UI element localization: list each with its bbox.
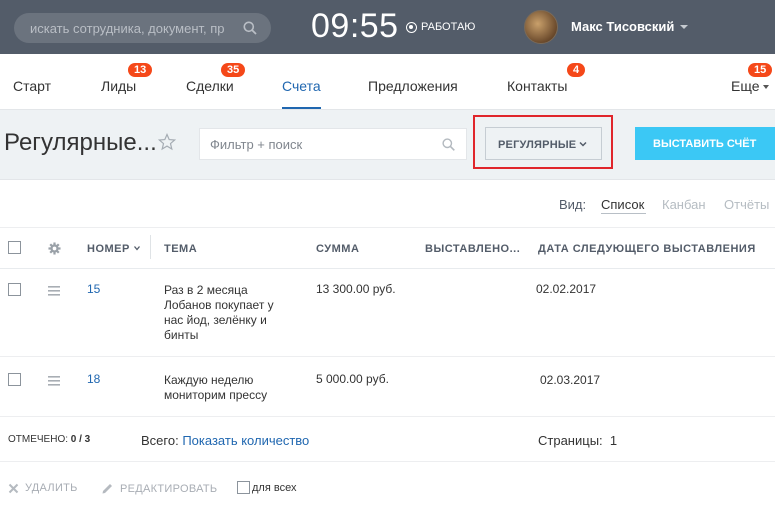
pages-label: Страницы: — [538, 433, 603, 448]
invoice-next-date: 02.03.2017 — [540, 373, 601, 387]
work-status[interactable]: РАБОТАЮ — [406, 21, 475, 33]
nav-item-leads[interactable]: Лиды — [101, 78, 136, 94]
apply-to-all[interactable]: для всех — [237, 481, 296, 494]
page-number[interactable]: 1 — [610, 433, 617, 448]
edit-label: РЕДАКТИРОВАТЬ — [120, 482, 218, 495]
pencil-icon — [102, 484, 112, 494]
nav-item-deals[interactable]: Сделки — [186, 78, 234, 94]
invoice-number-link[interactable]: 15 — [87, 282, 100, 297]
topic-line: нас йод, зелёнку и — [164, 313, 267, 327]
column-topic[interactable]: ТЕМА — [164, 243, 197, 255]
selected-label: ОТМЕЧЕНО: — [8, 434, 68, 445]
global-search[interactable] — [14, 13, 271, 43]
leads-badge: 13 — [128, 63, 153, 77]
edit-button[interactable]: РЕДАКТИРОВАТЬ — [101, 482, 217, 495]
view-kanban-tab[interactable]: Канбан — [662, 197, 706, 212]
chevron-down-icon — [579, 141, 587, 147]
user-menu[interactable]: Макс Тисовский — [571, 19, 689, 34]
user-name: Макс Тисовский — [571, 19, 675, 34]
create-invoice-button[interactable]: ВЫСТАВИТЬ СЧЁТ — [635, 127, 775, 160]
table-row[interactable]: 18 Каждую неделю мониторим прессу 5 000.… — [0, 357, 775, 417]
invoice-sum: 13 300.00 руб. — [316, 282, 396, 296]
invoice-sum: 5 000.00 руб. — [316, 372, 389, 386]
invoice-next-date: 02.02.2017 — [536, 282, 597, 296]
preset-dropdown[interactable]: РЕГУЛЯРНЫЕ — [485, 127, 602, 160]
invoice-number-link[interactable]: 18 — [87, 372, 100, 387]
delete-label: УДАЛИТЬ — [25, 482, 78, 494]
total-counter: Всего: Показать количество — [141, 433, 309, 448]
invoice-topic: Раз в 2 месяца Лобанов покупает у нас йо… — [164, 283, 274, 343]
nav-item-quotes[interactable]: Предложения — [368, 78, 458, 94]
topic-line: мониторим прессу — [164, 388, 268, 402]
work-status-label: РАБОТАЮ — [421, 21, 476, 33]
nav-item-more[interactable]: Еще — [731, 78, 769, 94]
star-icon[interactable] — [158, 133, 176, 151]
table-header: НОМЕР ТЕМА СУММА ВЫСТАВЛЕНО... ДАТА СЛЕД… — [0, 228, 775, 269]
column-number-label: НОМЕР — [87, 243, 130, 255]
view-label: Вид: — [559, 197, 587, 212]
column-issued[interactable]: ВЫСТАВЛЕНО... — [425, 243, 520, 255]
grid-footer: ОТМЕЧЕНО: 0 / 3 Всего: Показать количест… — [0, 417, 775, 462]
topic-line: Каждую неделю — [164, 373, 254, 387]
row-checkbox[interactable] — [8, 373, 21, 386]
search-icon[interactable] — [442, 138, 455, 151]
table-row[interactable]: 15 Раз в 2 месяца Лобанов покупает у нас… — [0, 269, 775, 357]
menu-icon[interactable] — [48, 286, 60, 296]
topic-line: Лобанов покупает у — [164, 298, 274, 312]
delete-button[interactable]: УДАЛИТЬ — [8, 482, 78, 494]
chevron-down-icon — [133, 246, 140, 251]
nav-item-invoices[interactable]: Счета — [282, 78, 321, 94]
pagination: Страницы: 1 — [538, 433, 617, 448]
selected-counter: ОТМЕЧЕНО: 0 / 3 — [8, 434, 90, 445]
apply-to-all-label: для всех — [252, 481, 297, 494]
deals-badge: 35 — [221, 63, 246, 77]
view-reports-tab[interactable]: Отчёты — [724, 197, 769, 212]
status-icon — [406, 21, 417, 33]
close-icon — [8, 483, 19, 493]
chevron-down-icon — [762, 85, 769, 90]
topic-line: Раз в 2 месяца — [164, 283, 248, 297]
action-bar: УДАЛИТЬ РЕДАКТИРОВАТЬ для всех — [0, 462, 775, 510]
grid-panel: Вид: Список Канбан Отчёты НОМЕР ТЕМА СУМ… — [0, 179, 775, 510]
more-label: Еще — [731, 78, 760, 94]
topic-line: бинты — [164, 328, 199, 342]
row-checkbox[interactable] — [8, 283, 21, 296]
gear-icon[interactable] — [48, 242, 61, 255]
total-label: Всего: — [141, 433, 179, 448]
search-input[interactable] — [30, 13, 240, 43]
filter-box[interactable] — [199, 128, 467, 160]
preset-label: РЕГУЛЯРНЫЕ — [498, 139, 577, 151]
selected-value: 0 / 3 — [70, 434, 91, 445]
filter-input[interactable] — [210, 129, 430, 159]
column-next-date[interactable]: ДАТА СЛЕДУЮЩЕГО ВЫСТАВЛЕНИЯ — [538, 243, 756, 255]
top-bar: 09:55 РАБОТАЮ Макс Тисовский — [0, 0, 775, 54]
menu-icon[interactable] — [48, 376, 60, 386]
nav-item-contacts[interactable]: Контакты — [507, 78, 567, 94]
view-list-tab[interactable]: Список — [601, 197, 644, 212]
page-title: Регулярные... — [4, 129, 157, 156]
apply-to-all-checkbox[interactable] — [237, 481, 250, 494]
show-count-link[interactable]: Показать количество — [182, 433, 309, 448]
column-number[interactable]: НОМЕР — [87, 243, 140, 255]
avatar[interactable] — [524, 10, 558, 44]
nav-item-start[interactable]: Старт — [13, 78, 51, 94]
chevron-down-icon — [680, 24, 689, 29]
column-sum[interactable]: СУММА — [316, 243, 359, 255]
column-divider[interactable] — [150, 235, 151, 259]
contacts-badge: 4 — [567, 63, 586, 77]
clock[interactable]: 09:55 — [311, 7, 399, 46]
select-all-checkbox[interactable] — [8, 241, 21, 254]
more-badge: 15 — [748, 63, 773, 77]
active-tab-indicator — [282, 107, 321, 109]
search-icon[interactable] — [243, 21, 257, 35]
view-switcher: Вид: Список Канбан Отчёты — [0, 180, 775, 228]
main-nav: Старт Лиды 13 Сделки 35 Счета Предложени… — [0, 54, 775, 110]
active-view-indicator — [601, 213, 646, 214]
invoice-topic: Каждую неделю мониторим прессу — [164, 373, 267, 403]
